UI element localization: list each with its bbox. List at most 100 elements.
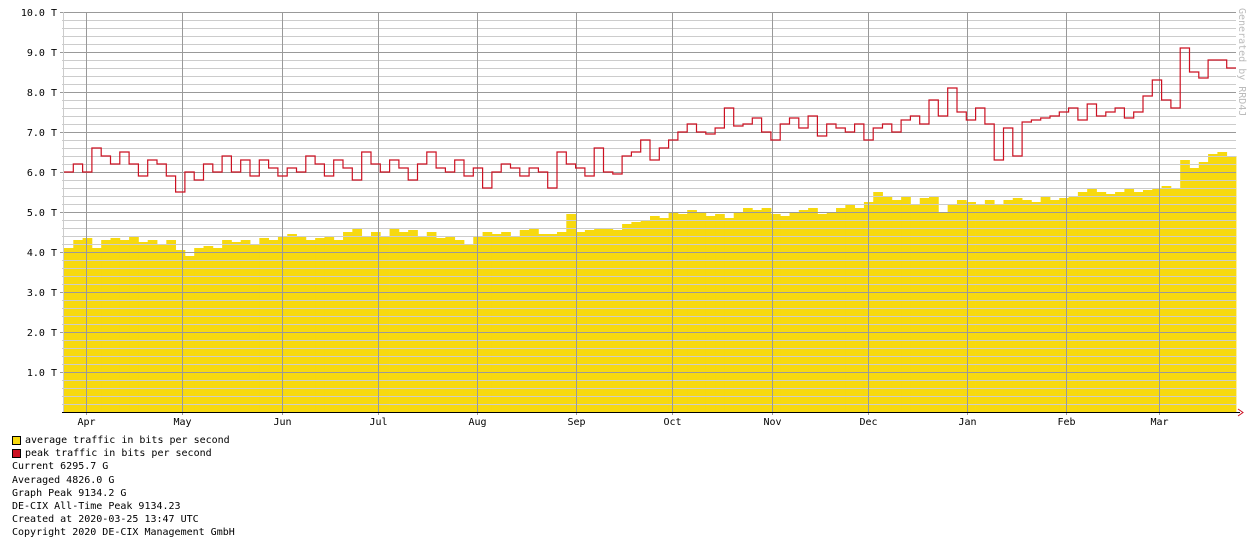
stat-all-time-peak: DE-CIX All-Time Peak 9134.23	[12, 501, 181, 513]
stat-averaged: Averaged 4826.0 G	[12, 474, 115, 486]
average-bar	[761, 208, 772, 412]
traffic-chart: Apr May Jun Jul Aug Sep Oct Nov Dec Jan Feb Mar 1.0 …	[21, 8, 1247, 428]
average-bar	[1115, 192, 1125, 412]
average-bar	[584, 230, 595, 412]
average-bar	[408, 230, 418, 412]
average-bar	[798, 210, 809, 412]
average-bar	[64, 248, 74, 412]
average-bar	[147, 240, 158, 412]
average-bar	[138, 242, 149, 412]
average-bar	[677, 214, 688, 412]
average-bar	[398, 232, 409, 412]
average-bar	[91, 248, 102, 412]
average-bar	[603, 228, 614, 412]
x-tick-label: Nov	[763, 417, 781, 428]
average-bar	[733, 212, 744, 412]
average-bar	[1105, 194, 1116, 412]
y-tick-label: 7.0 T	[27, 128, 57, 139]
peak-traffic-line	[64, 47, 1236, 193]
average-bar	[808, 208, 818, 412]
average-bar	[1198, 162, 1209, 412]
average-bar	[1096, 192, 1107, 412]
y-tick-label: 1.0 T	[27, 368, 57, 379]
average-bar	[873, 192, 883, 412]
average-bar	[705, 216, 716, 412]
average-bar	[1077, 192, 1088, 412]
average-bar	[659, 218, 670, 412]
average-bar	[919, 198, 930, 412]
legend-item-peak: peak traffic in bits per second	[12, 447, 235, 460]
average-bar	[519, 230, 530, 412]
average-bar	[454, 240, 465, 412]
average-bar	[826, 212, 837, 412]
average-bar	[1208, 154, 1218, 412]
legend-label-average: average traffic in bits per second	[25, 435, 230, 446]
average-bar	[333, 240, 344, 412]
y-tick-label: 9.0 T	[27, 48, 57, 59]
average-bar	[101, 240, 111, 412]
average-swatch	[12, 436, 21, 446]
created-at: Created at 2020-03-25 13:47 UTC	[12, 514, 199, 526]
average-bar	[203, 246, 214, 412]
average-bar	[1012, 198, 1023, 412]
y-tick-label: 5.0 T	[27, 208, 57, 219]
x-tick-label: Jan	[958, 417, 976, 428]
average-bar	[389, 228, 400, 412]
average-bar	[650, 216, 660, 412]
average-bar	[780, 216, 790, 412]
average-bar	[566, 214, 576, 412]
average-bar	[836, 208, 846, 412]
y-tick-label: 2.0 T	[27, 328, 57, 339]
average-bar	[743, 208, 753, 412]
y-tick-label: 8.0 T	[27, 88, 57, 99]
average-bar	[575, 232, 586, 412]
average-bar	[1180, 160, 1190, 412]
x-tick-label: Mar	[1150, 417, 1168, 428]
x-tick-label: Dec	[859, 417, 877, 428]
average-bar	[696, 212, 707, 412]
average-bar	[463, 244, 474, 412]
average-bar	[250, 244, 260, 412]
legend: average traffic in bits per second peak …	[12, 434, 235, 540]
y-tick-label: 10.0 T	[21, 8, 57, 19]
x-tick-label: Apr	[77, 417, 95, 428]
watermark: Generated by RRD4J	[1236, 8, 1247, 116]
average-bar	[268, 240, 279, 412]
average-bar	[343, 232, 353, 412]
y-tick-label: 6.0 T	[27, 168, 57, 179]
average-bar	[668, 212, 679, 412]
x-tick-label: Aug	[468, 417, 486, 428]
average-bar	[426, 232, 437, 412]
x-tick-label: May	[173, 417, 191, 428]
average-bar	[938, 212, 949, 412]
average-bar	[352, 228, 363, 412]
average-bar	[715, 214, 725, 412]
average-bar	[222, 240, 232, 412]
average-bar	[175, 250, 186, 412]
average-bar	[212, 248, 223, 412]
average-bar	[370, 232, 381, 412]
average-bar	[789, 212, 800, 412]
average-bar	[854, 208, 865, 412]
x-tick-label: Oct	[663, 417, 681, 428]
x-tick-label: Jul	[369, 417, 387, 428]
stat-current: Current 6295.7 G	[12, 461, 109, 473]
average-bar	[724, 218, 735, 412]
average-bar	[231, 242, 242, 412]
legend-item-average: average traffic in bits per second	[12, 434, 235, 447]
y-tick-label: 4.0 T	[27, 248, 57, 259]
average-bar	[529, 228, 539, 412]
average-bar	[194, 248, 204, 412]
x-tick-label: Jun	[273, 417, 291, 428]
average-bar	[612, 230, 623, 412]
average-bar	[1161, 186, 1172, 412]
average-bar	[166, 240, 177, 412]
average-bar	[556, 232, 567, 412]
peak-swatch	[12, 449, 21, 459]
average-bar	[1059, 198, 1069, 412]
average-bar	[817, 214, 828, 412]
average-bar	[73, 240, 84, 412]
average-bar	[594, 228, 604, 412]
average-bar	[501, 232, 511, 412]
x-tick-label: Feb	[1057, 417, 1075, 428]
